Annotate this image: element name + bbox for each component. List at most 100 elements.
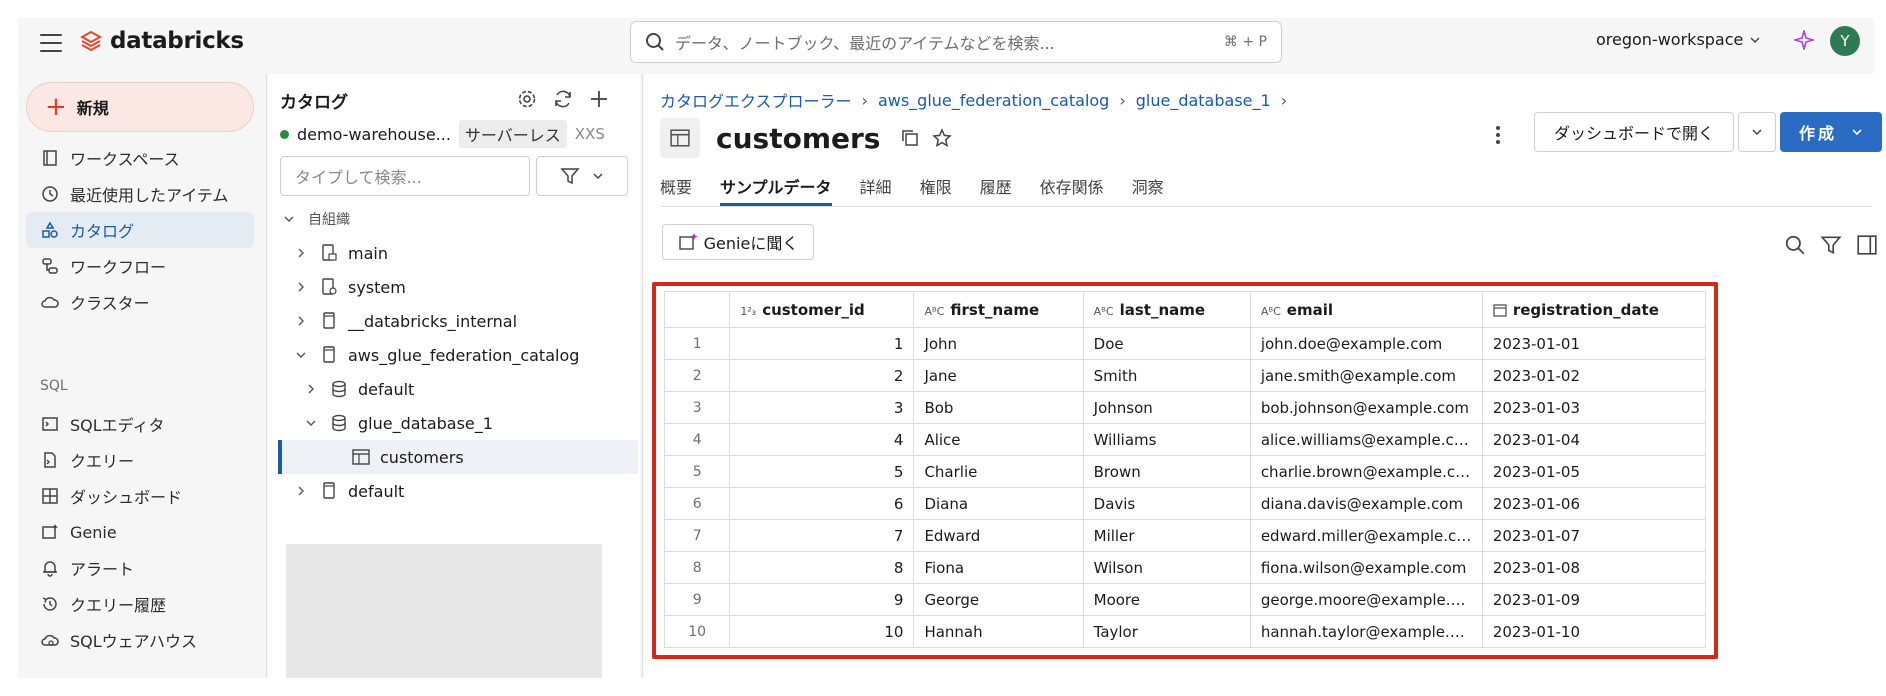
tree-item-default[interactable]: default <box>280 474 640 508</box>
nav-item-workflows[interactable]: ワークフロー <box>26 248 254 284</box>
cell-first-name[interactable]: Alice <box>913 423 1084 456</box>
tree-group-my-org[interactable]: 自組織 <box>280 202 640 236</box>
table-row[interactable]: 7 7 Edward Miller edward.miller@example.com 2… <box>663 519 1707 552</box>
databricks-logo[interactable]: databricks <box>80 28 244 54</box>
table-row[interactable]: 9 9 George Moore george.moore@example.co... 2… <box>663 583 1707 616</box>
assistant-sparkle-icon[interactable] <box>1792 28 1816 54</box>
gear-icon[interactable] <box>516 88 538 110</box>
row-number[interactable]: 2 <box>663 359 731 392</box>
cell-last-name[interactable]: Brown <box>1082 455 1251 488</box>
nav-item-query-history[interactable]: クエリー履歴 <box>26 586 254 622</box>
catalog-search-input[interactable]: タイプして検索... <box>280 156 530 196</box>
cell-registration-date[interactable]: 2023-01-05 <box>1481 455 1707 488</box>
cell-last-name[interactable]: Smith <box>1082 359 1251 392</box>
cell-first-name[interactable]: Bob <box>913 391 1084 424</box>
cell-email[interactable]: fiona.wilson@example.com <box>1249 551 1483 584</box>
cell-registration-date[interactable]: 2023-01-10 <box>1481 615 1707 648</box>
cell-registration-date[interactable]: 2023-01-03 <box>1481 391 1707 424</box>
catalog-filter-button[interactable] <box>536 156 628 196</box>
cell-first-name[interactable]: George <box>913 583 1084 616</box>
nav-item-sql-warehouses[interactable]: SQLウェアハウス <box>26 622 254 658</box>
nav-item-catalog[interactable]: カタログ <box>26 212 254 248</box>
cell-last-name[interactable]: Wilson <box>1082 551 1251 584</box>
nav-item-clusters[interactable]: クラスター <box>26 284 254 320</box>
nav-item-dashboards[interactable]: ダッシュボード <box>26 478 254 514</box>
more-options-icon[interactable] <box>1490 122 1506 148</box>
cell-customer-id[interactable]: 10 <box>729 615 915 648</box>
cell-last-name[interactable]: Moore <box>1082 583 1251 616</box>
cell-last-name[interactable]: Taylor <box>1082 615 1251 648</box>
cell-customer-id[interactable]: 7 <box>729 519 915 552</box>
breadcrumb-catalog-explorer[interactable]: カタログエクスプローラー <box>660 88 852 112</box>
table-row[interactable]: 5 5 Charlie Brown charlie.brown@example.com 2… <box>663 455 1707 488</box>
cell-registration-date[interactable]: 2023-01-09 <box>1481 583 1707 616</box>
row-number[interactable]: 4 <box>663 423 731 456</box>
cell-customer-id[interactable]: 4 <box>729 423 915 456</box>
cell-email[interactable]: alice.williams@example.com <box>1249 423 1483 456</box>
tree-item-databricks-internal[interactable]: __databricks_internal <box>280 304 640 338</box>
warehouse-selector[interactable]: demo-warehouse... サーバーレス XXS <box>280 120 605 148</box>
user-avatar[interactable]: Y <box>1830 26 1860 56</box>
cell-customer-id[interactable]: 2 <box>729 359 915 392</box>
cell-customer-id[interactable]: 6 <box>729 487 915 520</box>
cell-email[interactable]: george.moore@example.co... <box>1249 583 1483 616</box>
row-number[interactable]: 9 <box>663 583 731 616</box>
nav-item-recents[interactable]: 最近使用したアイテム <box>26 176 254 212</box>
tree-item-customers[interactable]: customers <box>278 440 638 474</box>
add-icon[interactable] <box>588 88 610 110</box>
tab-sample-data[interactable]: サンプルデータ <box>720 174 832 206</box>
breadcrumb-catalog[interactable]: aws_glue_federation_catalog <box>878 91 1109 110</box>
table-row[interactable]: 6 6 Diana Davis diana.davis@example.com 2023-… <box>663 487 1707 520</box>
cell-registration-date[interactable]: 2023-01-07 <box>1481 519 1707 552</box>
tab-permissions[interactable]: 権限 <box>920 174 952 206</box>
table-row[interactable]: 10 10 Hannah Taylor hannah.taylor@example.co… <box>663 615 1707 648</box>
cell-registration-date[interactable]: 2023-01-08 <box>1481 551 1707 584</box>
nav-item-alerts[interactable]: アラート <box>26 550 254 586</box>
column-header-customer-id[interactable]: 1²₃ customer_id <box>729 291 915 328</box>
tab-insights[interactable]: 洞察 <box>1132 174 1164 206</box>
cell-customer-id[interactable]: 8 <box>729 551 915 584</box>
cell-email[interactable]: hannah.taylor@example.com <box>1249 615 1483 648</box>
cell-customer-id[interactable]: 1 <box>729 327 915 360</box>
ask-genie-button[interactable]: Genieに聞く <box>662 224 814 260</box>
tab-overview[interactable]: 概要 <box>660 174 692 206</box>
table-row[interactable]: 4 4 Alice Williams alice.williams@example.co… <box>663 423 1707 456</box>
tree-item-system[interactable]: system <box>280 270 640 304</box>
create-button[interactable]: 作成 <box>1780 112 1882 152</box>
copy-icon[interactable] <box>900 128 920 148</box>
tree-item-aws-glue-catalog[interactable]: aws_glue_federation_catalog <box>280 338 640 372</box>
tree-item-glue-database-1[interactable]: glue_database_1 <box>280 406 640 440</box>
global-search-input[interactable]: データ、ノートブック、最近のアイテムなどを検索... ⌘ + P <box>630 21 1282 63</box>
cell-last-name[interactable]: Johnson <box>1082 391 1251 424</box>
table-row[interactable]: 8 8 Fiona Wilson fiona.wilson@example.com 202… <box>663 551 1707 584</box>
cell-first-name[interactable]: Diana <box>913 487 1084 520</box>
cell-email[interactable]: edward.miller@example.com <box>1249 519 1483 552</box>
new-button[interactable]: + 新規 <box>26 82 254 132</box>
cell-email[interactable]: john.doe@example.com <box>1249 327 1483 360</box>
refresh-icon[interactable] <box>552 88 574 110</box>
tab-lineage[interactable]: 依存関係 <box>1040 174 1104 206</box>
nav-item-workspace[interactable]: ワークスペース <box>26 140 254 176</box>
side-panel-icon[interactable] <box>1856 234 1878 256</box>
cell-first-name[interactable]: Edward <box>913 519 1084 552</box>
hamburger-menu-icon[interactable] <box>40 34 62 52</box>
cell-email[interactable]: jane.smith@example.com <box>1249 359 1483 392</box>
search-icon[interactable] <box>1784 234 1806 256</box>
cell-customer-id[interactable]: 9 <box>729 583 915 616</box>
cell-first-name[interactable]: Jane <box>913 359 1084 392</box>
cell-last-name[interactable]: Miller <box>1082 519 1251 552</box>
cell-customer-id[interactable]: 3 <box>729 391 915 424</box>
cell-email[interactable]: diana.davis@example.com <box>1249 487 1483 520</box>
cell-last-name[interactable]: Davis <box>1082 487 1251 520</box>
row-number[interactable]: 3 <box>663 391 731 424</box>
cell-first-name[interactable]: Hannah <box>913 615 1084 648</box>
tab-details[interactable]: 詳細 <box>860 174 892 206</box>
filter-icon[interactable] <box>1820 234 1842 256</box>
cell-email[interactable]: charlie.brown@example.com <box>1249 455 1483 488</box>
nav-item-genie[interactable]: Genie <box>26 514 254 550</box>
cell-registration-date[interactable]: 2023-01-06 <box>1481 487 1707 520</box>
column-header-last-name[interactable]: AᴮC last_name <box>1082 291 1251 328</box>
tree-item-glue-default[interactable]: default <box>280 372 640 406</box>
row-number[interactable]: 1 <box>663 327 731 360</box>
nav-item-queries[interactable]: クエリー <box>26 442 254 478</box>
